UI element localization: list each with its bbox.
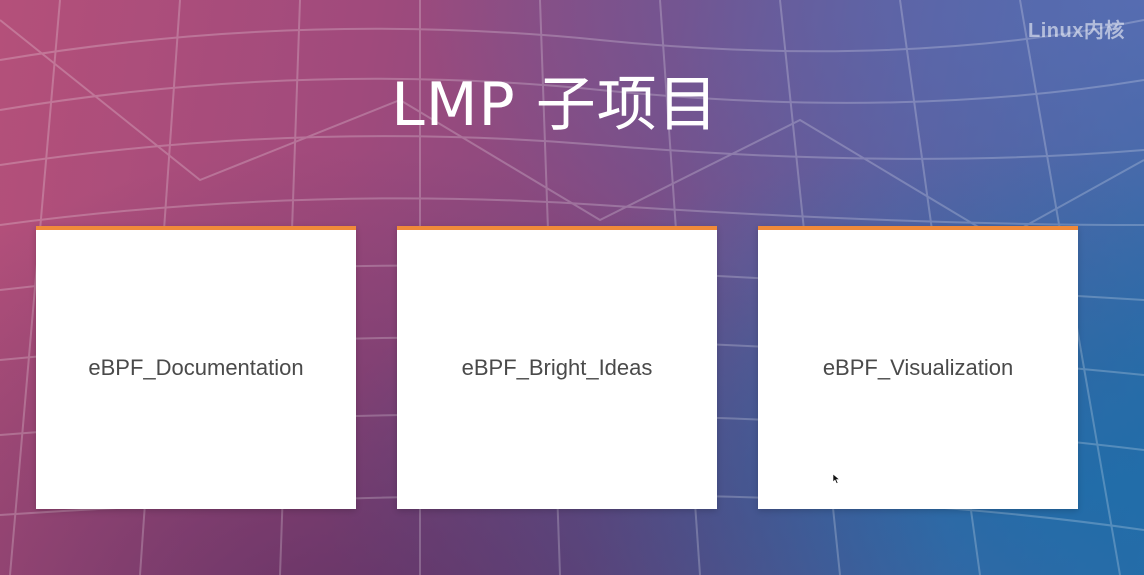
- card-label: eBPF_Documentation: [88, 354, 304, 380]
- card-label: eBPF_Bright_Ideas: [461, 354, 653, 380]
- card-ebpf-bright-ideas[interactable]: eBPF_Bright_Ideas: [397, 226, 717, 509]
- mouse-pointer-icon: [833, 474, 841, 484]
- card-label: eBPF_Visualization: [822, 354, 1014, 380]
- card-ebpf-visualization[interactable]: eBPF_Visualization: [758, 226, 1078, 509]
- slide-title: LMP 子项目: [391, 70, 719, 140]
- channel-watermark: Linux内核: [1028, 20, 1125, 42]
- card-ebpf-documentation[interactable]: eBPF_Documentation: [36, 226, 356, 509]
